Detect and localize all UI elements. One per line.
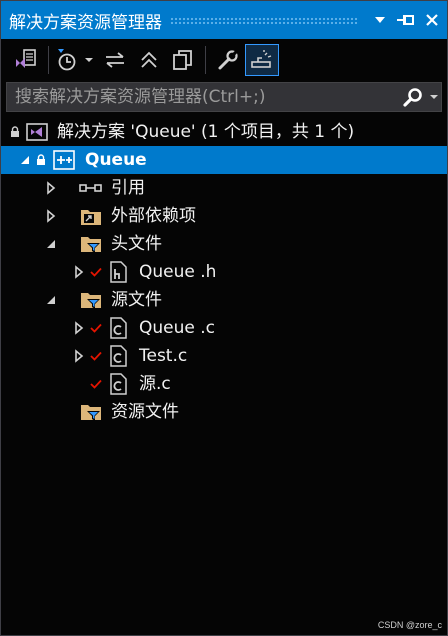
- tree-item-yuan-c[interactable]: 源.c: [1, 370, 447, 398]
- collapse-all-icon: [141, 51, 157, 68]
- pin-icon: [397, 15, 414, 25]
- pin-button[interactable]: [395, 9, 417, 31]
- references-icon: [77, 174, 105, 202]
- copy-icon: [173, 50, 192, 70]
- tree-item-references[interactable]: 引用: [1, 174, 447, 202]
- cpp-project-icon: [51, 146, 77, 174]
- title-bar[interactable]: 解决方案资源管理器: [1, 1, 447, 39]
- vs-solution-icon: [16, 49, 36, 68]
- tree-item-test-c[interactable]: Test.c: [1, 342, 447, 370]
- header-file-icon: [107, 258, 129, 286]
- toolbar-separator: [48, 46, 49, 74]
- collapsed-arrow-icon[interactable]: [73, 258, 85, 286]
- tree-item-source-files[interactable]: 源文件: [1, 286, 447, 314]
- filter-folder-icon: [79, 286, 103, 314]
- lock-icon: [35, 146, 47, 174]
- tree-item-label: 引用: [111, 178, 145, 198]
- drag-grip[interactable]: [170, 16, 359, 24]
- close-icon: [426, 14, 438, 26]
- expanded-arrow-icon[interactable]: [45, 286, 57, 314]
- watermark: CSDN @zore_c: [377, 620, 442, 630]
- solution-tree: 解决方案 'Queue' (1 个项目，共 1 个) Queue 引用 外部依赖…: [1, 118, 447, 426]
- c-file-icon: [107, 314, 129, 342]
- preview-icon: [251, 50, 272, 68]
- filter-folder-icon: [79, 230, 103, 258]
- tree-item-label: 头文件: [111, 234, 162, 254]
- tree-item-label: 源.c: [139, 374, 171, 394]
- collapsed-arrow-icon[interactable]: [45, 174, 57, 202]
- collapse-all-button[interactable]: [132, 44, 166, 76]
- external-deps-icon: [79, 202, 103, 230]
- tree-item-solution[interactable]: 解决方案 'Queue' (1 个项目，共 1 个): [1, 118, 447, 146]
- tree-item-label: 外部依赖项: [111, 206, 196, 226]
- properties-button[interactable]: [211, 44, 245, 76]
- lock-icon: [9, 118, 21, 146]
- checkmark-icon: [89, 258, 103, 286]
- expanded-arrow-icon[interactable]: [45, 230, 57, 258]
- search-icon: [403, 88, 422, 107]
- chevron-down-icon: [375, 17, 385, 23]
- tree-item-project-queue[interactable]: Queue: [1, 146, 447, 174]
- tree-item-label: 资源文件: [111, 402, 179, 422]
- pending-changes-dropdown[interactable]: [80, 44, 98, 76]
- checkmark-icon: [89, 314, 103, 342]
- tree-item-label: 源文件: [111, 290, 162, 310]
- checkmark-icon: [89, 342, 103, 370]
- close-button[interactable]: [421, 9, 443, 31]
- wrench-icon: [218, 49, 239, 70]
- toolbar: [1, 40, 447, 80]
- search-input[interactable]: [7, 82, 399, 112]
- sync-icon: [106, 52, 124, 68]
- sync-with-active-document-button[interactable]: [98, 44, 132, 76]
- tree-item-header-files[interactable]: 头文件: [1, 230, 447, 258]
- preview-selected-items-button[interactable]: [245, 44, 279, 76]
- history-icon: [58, 49, 76, 71]
- tree-item-resource-files[interactable]: 资源文件: [1, 398, 447, 426]
- checkmark-icon: [89, 370, 103, 398]
- expanded-arrow-icon[interactable]: [19, 146, 31, 174]
- collapsed-arrow-icon[interactable]: [73, 314, 85, 342]
- search-options-dropdown[interactable]: [427, 83, 441, 111]
- tree-item-label: Queue .c: [139, 318, 216, 338]
- collapsed-arrow-icon[interactable]: [73, 342, 85, 370]
- tree-item-label: Queue: [85, 150, 147, 170]
- toolbar-separator: [205, 46, 206, 74]
- pending-changes-button[interactable]: [54, 44, 80, 76]
- tree-item-label: Queue .h: [139, 262, 217, 282]
- search-box: [6, 82, 442, 112]
- switch-views-button[interactable]: [9, 44, 43, 76]
- dropdown-button[interactable]: [369, 9, 391, 31]
- search-button[interactable]: [399, 83, 427, 111]
- show-all-files-button[interactable]: [166, 44, 200, 76]
- tree-item-external-deps[interactable]: 外部依赖项: [1, 202, 447, 230]
- window-title: 解决方案资源管理器: [9, 12, 162, 33]
- c-file-icon: [107, 342, 129, 370]
- tree-item-label: Test.c: [139, 346, 188, 366]
- chevron-down-icon: [430, 95, 438, 99]
- collapsed-arrow-icon[interactable]: [45, 202, 57, 230]
- tree-item-queue-c[interactable]: Queue .c: [1, 314, 447, 342]
- vs-solution-icon: [25, 118, 49, 146]
- c-file-icon: [107, 370, 129, 398]
- tree-item-label: 解决方案 'Queue' (1 个项目，共 1 个): [57, 122, 355, 142]
- chevron-down-icon: [85, 58, 93, 62]
- filter-folder-icon: [79, 398, 103, 426]
- tree-item-queue-h[interactable]: Queue .h: [1, 258, 447, 286]
